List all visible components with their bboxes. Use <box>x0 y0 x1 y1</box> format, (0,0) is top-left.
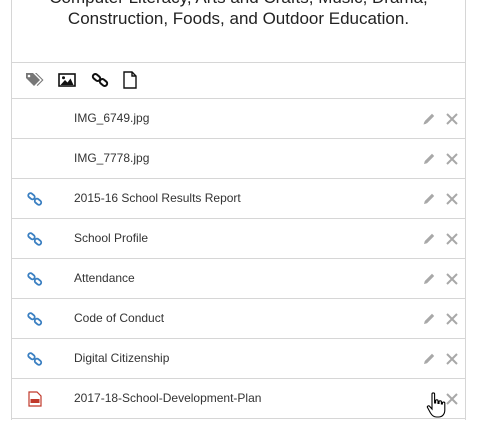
close-icon[interactable] <box>445 192 459 206</box>
list-item[interactable]: Digital Citizenship <box>12 339 465 379</box>
pencil-icon[interactable] <box>422 192 436 206</box>
pencil-icon[interactable] <box>422 232 436 246</box>
item-label[interactable]: Attendance <box>74 271 135 285</box>
document-icon[interactable] <box>122 71 140 89</box>
list-item[interactable]: IMG_6749.jpg <box>12 99 465 139</box>
pdf-icon <box>27 391 43 407</box>
tags-icon[interactable] <box>25 71 44 89</box>
close-icon[interactable] <box>445 352 459 366</box>
pencil-icon[interactable] <box>422 152 436 166</box>
item-label[interactable]: 2015-16 School Results Report <box>74 191 241 205</box>
item-label[interactable]: IMG_6749.jpg <box>74 111 149 125</box>
description-line: Computer Literacy, Arts and Crafts, Musi… <box>12 0 465 8</box>
item-label[interactable]: 2017-18-School-Development-Plan <box>74 391 261 405</box>
pencil-icon[interactable] <box>422 312 436 326</box>
attachments-panel: Computer Literacy, Arts and Crafts, Musi… <box>11 0 466 420</box>
pencil-icon[interactable] <box>422 352 436 366</box>
close-icon[interactable] <box>445 232 459 246</box>
attachment-toolbar <box>12 62 465 99</box>
link-icon <box>27 271 43 287</box>
link-icon <box>27 191 43 207</box>
pencil-icon[interactable] <box>422 112 436 126</box>
image-icon[interactable] <box>58 71 76 89</box>
item-label[interactable]: IMG_7778.jpg <box>74 151 149 165</box>
item-label[interactable]: Digital Citizenship <box>74 351 169 365</box>
link-icon <box>27 351 43 367</box>
list-item[interactable]: 2017-18-School-Development-Plan <box>12 379 465 419</box>
attachment-list: IMG_6749.jpg IMG_7778.jpg 2015-16 School… <box>12 99 465 419</box>
description-text: Computer Literacy, Arts and Crafts, Musi… <box>12 0 465 63</box>
link-icon <box>27 231 43 247</box>
list-item[interactable]: Code of Conduct <box>12 299 465 339</box>
pencil-icon[interactable] <box>422 272 436 286</box>
hand-cursor-icon <box>425 391 449 419</box>
close-icon[interactable] <box>445 312 459 326</box>
list-item[interactable]: School Profile <box>12 219 465 259</box>
close-icon[interactable] <box>445 152 459 166</box>
list-item[interactable]: Attendance <box>12 259 465 299</box>
description-line: Construction, Foods, and Outdoor Educati… <box>67 9 410 28</box>
link-icon <box>27 311 43 327</box>
close-icon[interactable] <box>445 272 459 286</box>
close-icon[interactable] <box>445 112 459 126</box>
item-label[interactable]: School Profile <box>74 231 148 245</box>
list-item[interactable]: IMG_7778.jpg <box>12 139 465 179</box>
item-label[interactable]: Code of Conduct <box>74 311 164 325</box>
link-icon[interactable] <box>91 71 109 89</box>
list-item[interactable]: 2015-16 School Results Report <box>12 179 465 219</box>
